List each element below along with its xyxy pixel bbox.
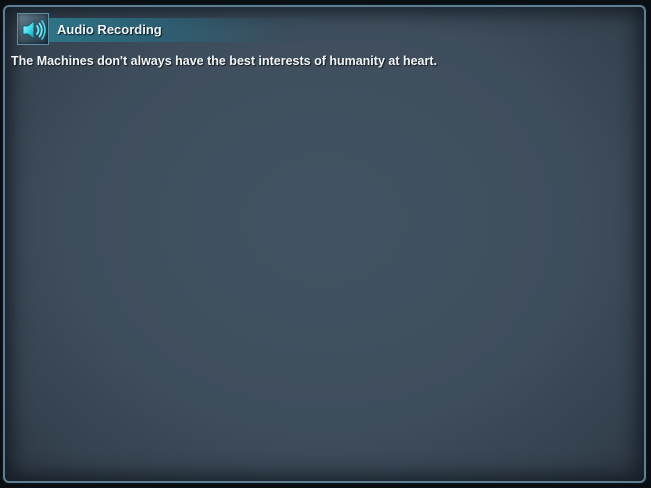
panel-header: Audio Recording bbox=[17, 13, 357, 47]
panel-title: Audio Recording bbox=[57, 22, 162, 37]
audio-recording-panel: Audio Recording The Machines don't alway… bbox=[3, 5, 646, 483]
recording-transcript: The Machines don't always have the best … bbox=[11, 54, 437, 68]
speaker-icon bbox=[17, 13, 49, 45]
